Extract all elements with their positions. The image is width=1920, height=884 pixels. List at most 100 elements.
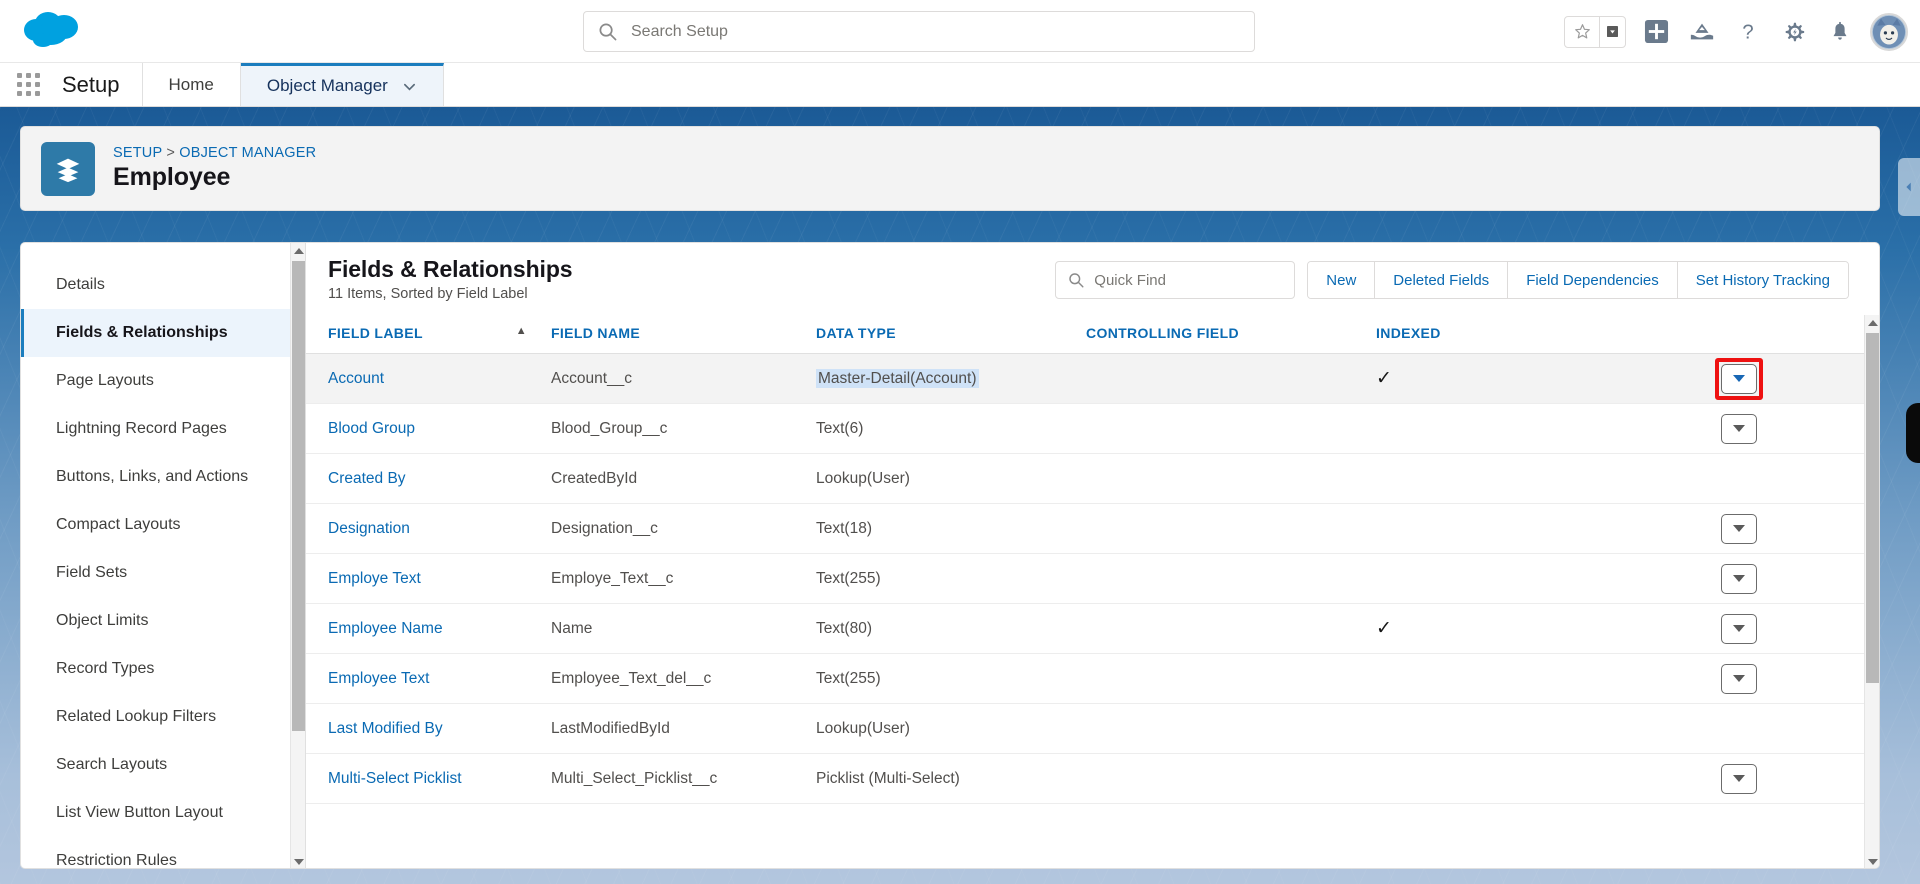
sidebar-item-details[interactable]: Details <box>21 261 305 309</box>
search-input[interactable] <box>631 22 1191 41</box>
content-subtitle: 11 Items, Sorted by Field Label <box>328 286 528 302</box>
edge-scroll-indicator[interactable] <box>1906 403 1920 463</box>
cell-field-name: LastModifiedById <box>551 703 816 754</box>
record-header: SETUP > OBJECT MANAGER Employee <box>20 126 1880 211</box>
cell-row-actions <box>1611 453 1866 504</box>
sidebar-item-page-layouts[interactable]: Page Layouts <box>21 357 305 405</box>
table-scrollbar[interactable] <box>1864 315 1879 868</box>
cell-data-type: Text(6) <box>816 403 1086 454</box>
tab-home[interactable]: Home <box>142 63 241 106</box>
mountain-landscape-icon[interactable] <box>1686 16 1718 48</box>
breadcrumb-separator: > <box>166 145 175 161</box>
cell-controlling-field <box>1086 603 1366 654</box>
sidebar-item-label: Field Sets <box>56 564 128 581</box>
user-avatar[interactable] <box>1870 12 1908 51</box>
stacked-layers-icon <box>41 141 95 196</box>
sidebar-item-buttons-links-and-actions[interactable]: Buttons, Links, and Actions <box>21 453 305 501</box>
sidebar-item-compact-layouts[interactable]: Compact Layouts <box>21 501 305 549</box>
row-actions-dropdown-button[interactable] <box>1720 513 1757 544</box>
sidebar-scroll-thumb[interactable] <box>292 261 305 731</box>
cell-field-label: Last Modified By <box>306 703 551 754</box>
column-header-indexed[interactable]: INDEXED <box>1366 315 1611 354</box>
row-actions-dropdown-button[interactable] <box>1720 663 1757 694</box>
column-header-field-name[interactable]: FIELD NAME <box>551 315 816 354</box>
row-actions-dropdown-button[interactable] <box>1720 563 1757 594</box>
cell-controlling-field <box>1086 703 1366 754</box>
setup-gear-icon[interactable] <box>1778 16 1810 48</box>
sidebar-item-related-lookup-filters[interactable]: Related Lookup Filters <box>21 693 305 741</box>
setup-nav-bar: Setup Home Object Manager <box>0 63 1920 107</box>
set-history-tracking-button[interactable]: Set History Tracking <box>1677 262 1848 298</box>
data-type-text: Lookup(User) <box>816 469 910 487</box>
field-label-link[interactable]: Last Modified By <box>328 720 443 737</box>
cell-indexed <box>1366 703 1611 754</box>
sidebar-item-label: Compact Layouts <box>56 516 181 533</box>
table-scroll-up-icon[interactable] <box>1865 315 1879 331</box>
column-header-data-type[interactable]: DATA TYPE <box>816 315 1086 354</box>
cell-field-label: Blood Group <box>306 403 551 454</box>
sort-ascending-icon[interactable]: ▲ <box>516 325 527 337</box>
table-scroll-down-icon[interactable] <box>1865 854 1879 868</box>
column-header-controlling-field[interactable]: CONTROLLING FIELD <box>1086 315 1366 354</box>
favorites-caret-icon[interactable] <box>1599 16 1625 47</box>
cell-indexed <box>1366 453 1611 504</box>
deleted-fields-button[interactable]: Deleted Fields <box>1375 262 1509 298</box>
favorites-group[interactable] <box>1564 15 1626 48</box>
sidebar-item-fields-relationships[interactable]: Fields & Relationships <box>21 309 305 357</box>
column-header-field-label[interactable]: FIELD LABEL ▲ <box>306 315 551 354</box>
field-label-link[interactable]: Employe Text <box>328 570 421 587</box>
sidebar-scroll-up-icon[interactable] <box>291 243 305 259</box>
sidebar-scroll-down-icon[interactable] <box>291 854 305 868</box>
content-header: Fields & Relationships 11 Items, Sorted … <box>306 243 1879 315</box>
sidebar-scrollbar[interactable] <box>290 243 305 868</box>
help-icon[interactable]: ? <box>1732 16 1764 48</box>
salesforce-cloud-logo[interactable] <box>18 6 90 56</box>
data-type-text: Text(18) <box>816 519 872 537</box>
sidebar-item-restriction-rules[interactable]: Restriction Rules <box>21 837 305 868</box>
field-label-link[interactable]: Account <box>328 370 384 387</box>
field-label-link[interactable]: Multi-Select Picklist <box>328 770 462 787</box>
field-label-link[interactable]: Created By <box>328 470 406 487</box>
add-icon[interactable] <box>1640 16 1672 48</box>
field-label-link[interactable]: Designation <box>328 520 410 537</box>
table-row: Employee Text Employee_Text_del__c Text(25… <box>306 653 1866 704</box>
fields-table: FIELD LABEL ▲ FIELD NAME DATA TYPE CONTR… <box>306 315 1866 804</box>
global-search[interactable] <box>583 11 1255 52</box>
breadcrumb-object-manager[interactable]: OBJECT MANAGER <box>179 145 316 161</box>
main-shell: Details Fields & Relationships Page Layout… <box>20 242 1880 869</box>
field-dependencies-button[interactable]: Field Dependencies <box>1508 262 1678 298</box>
sidebar-item-record-types[interactable]: Record Types <box>21 645 305 693</box>
table-scroll-thumb[interactable] <box>1866 333 1879 683</box>
table-row: Employe Text Employe_Text__c Text(255) <box>306 553 1866 604</box>
global-header: ? <box>0 0 1920 63</box>
field-label-link[interactable]: Blood Group <box>328 420 415 437</box>
row-actions-dropdown-button[interactable] <box>1720 613 1757 644</box>
sidebar-item-object-limits[interactable]: Object Limits <box>21 597 305 645</box>
row-actions-dropdown-button[interactable] <box>1720 363 1757 394</box>
tab-object-manager[interactable]: Object Manager <box>240 63 444 106</box>
search-box[interactable] <box>583 11 1255 52</box>
quick-find-box[interactable] <box>1055 261 1296 299</box>
favorites-star-icon[interactable] <box>1565 17 1599 47</box>
cell-controlling-field <box>1086 553 1366 604</box>
global-header-actions: ? <box>1564 0 1908 63</box>
right-panel-collapse-handle[interactable] <box>1898 158 1920 216</box>
cell-field-name: Employee_Text_del__c <box>551 653 816 704</box>
quick-find-input[interactable] <box>1094 271 1275 289</box>
object-sidebar: Details Fields & Relationships Page Layout… <box>20 242 305 869</box>
field-label-link[interactable]: Employee Text <box>328 670 429 687</box>
new-button[interactable]: New <box>1308 262 1376 298</box>
sidebar-item-lightning-record-pages[interactable]: Lightning Record Pages <box>21 405 305 453</box>
row-actions-dropdown-button[interactable] <box>1720 763 1757 794</box>
field-label-link[interactable]: Employee Name <box>328 620 443 637</box>
sidebar-item-field-sets[interactable]: Field Sets <box>21 549 305 597</box>
breadcrumb-setup[interactable]: SETUP <box>113 145 162 161</box>
sidebar-item-search-layouts[interactable]: Search Layouts <box>21 741 305 789</box>
quick-find-search-icon <box>1069 273 1084 288</box>
row-actions-dropdown-button[interactable] <box>1720 413 1757 444</box>
app-launcher-icon[interactable] <box>0 63 56 106</box>
notifications-bell-icon[interactable] <box>1824 16 1856 48</box>
sidebar-item-label: Page Layouts <box>56 372 154 389</box>
table-row: Last Modified By LastModifiedById Lookup(U… <box>306 703 1866 754</box>
sidebar-item-list-view-button-layout[interactable]: List View Button Layout <box>21 789 305 837</box>
